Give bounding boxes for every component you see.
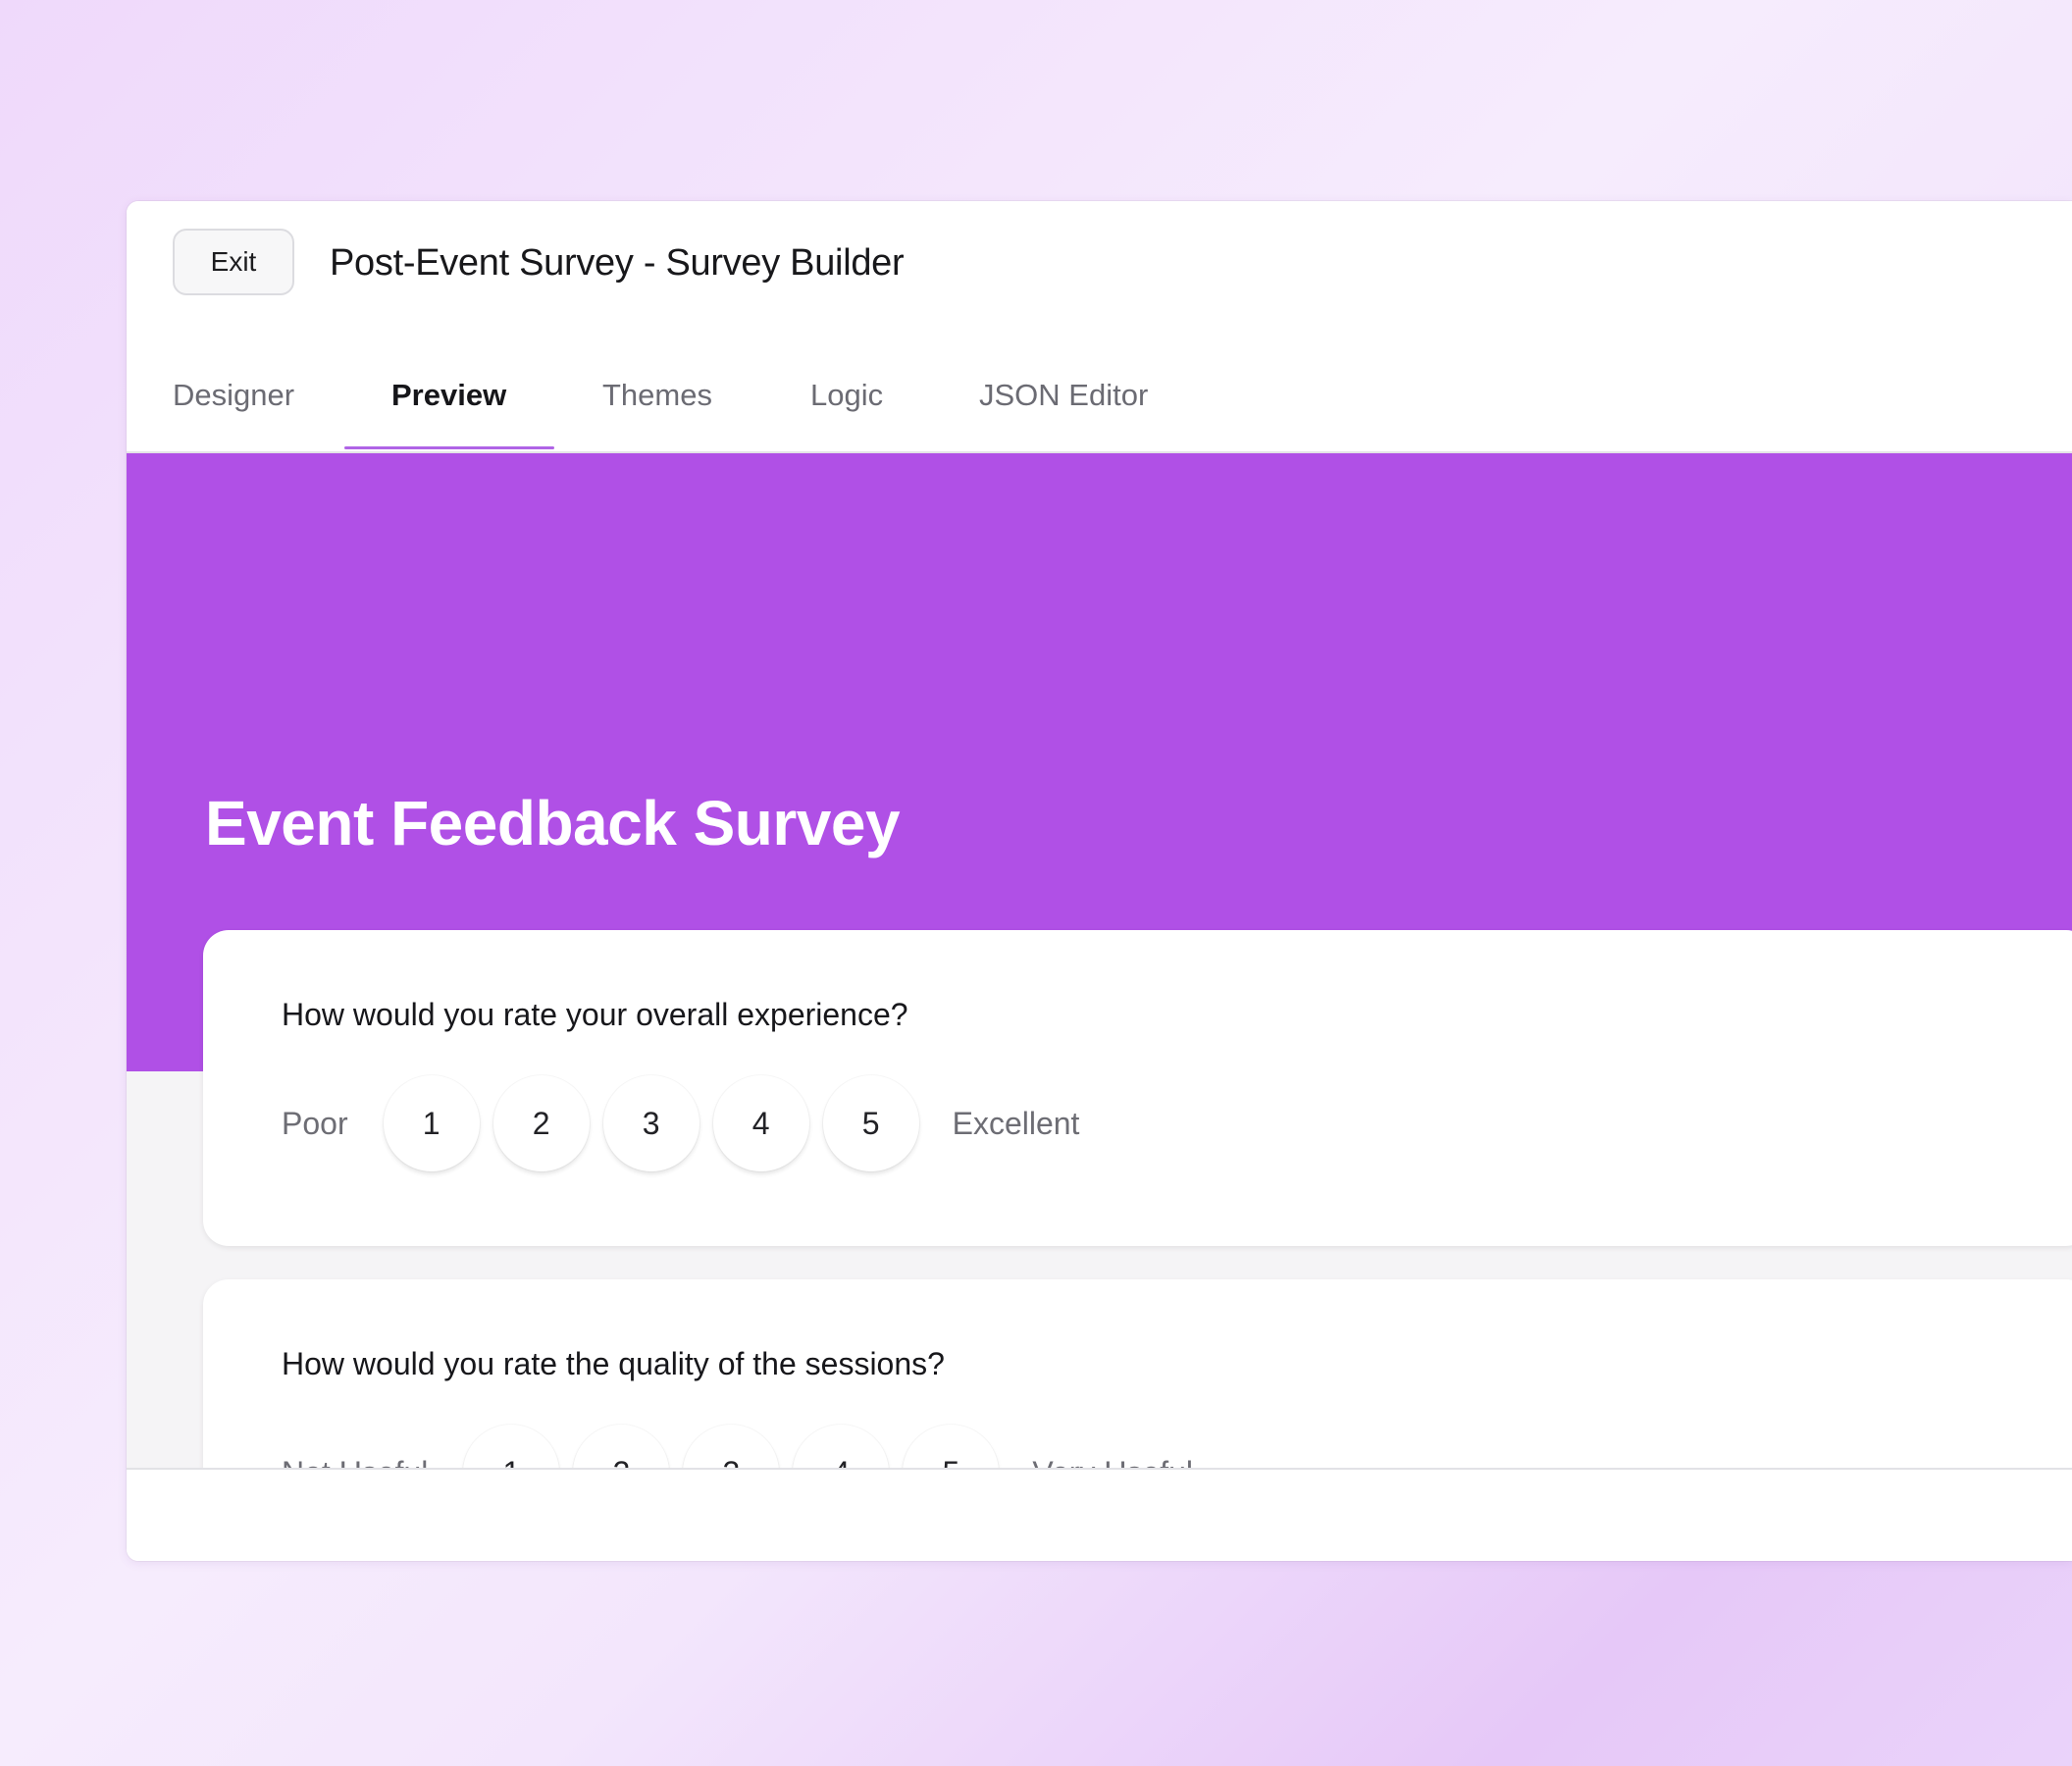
top-bar: Exit Post-Event Survey - Survey Builder … (127, 201, 2072, 453)
footer-bar (127, 1468, 2072, 1561)
rating-option-4[interactable]: 4 (793, 1425, 890, 1468)
active-tab-indicator (344, 446, 554, 449)
rating-max-label: Very Useful (1032, 1455, 1193, 1469)
exit-button[interactable]: Exit (173, 229, 294, 295)
question-card: How would you rate the quality of the se… (203, 1279, 2072, 1468)
rating-scale: Poor 1 2 3 4 5 Excellent (282, 1075, 1079, 1171)
rating-min-label: Poor (282, 1105, 348, 1141)
survey-title: Event Feedback Survey (205, 788, 901, 858)
rating-option-3[interactable]: 3 (683, 1425, 780, 1468)
rating-min-label: Not Useful (282, 1455, 428, 1469)
page-title: Post-Event Survey - Survey Builder (330, 242, 905, 284)
survey-builder-window: Exit Post-Event Survey - Survey Builder … (127, 201, 2072, 1561)
question-text: How would you rate the quality of the se… (282, 1346, 945, 1381)
question-text: How would you rate your overall experien… (282, 997, 908, 1032)
rating-option-1[interactable]: 1 (383, 1075, 480, 1171)
tab-logic[interactable]: Logic (810, 338, 883, 451)
rating-option-5[interactable]: 5 (822, 1075, 919, 1171)
rating-option-1[interactable]: 1 (463, 1425, 560, 1468)
question-card: How would you rate your overall experien… (203, 930, 2072, 1246)
preview-content[interactable]: Event Feedback Survey How would you rate… (127, 453, 2072, 1468)
rating-option-5[interactable]: 5 (903, 1425, 1000, 1468)
rating-option-4[interactable]: 4 (712, 1075, 809, 1171)
rating-option-2[interactable]: 2 (573, 1425, 670, 1468)
tab-themes[interactable]: Themes (602, 338, 712, 451)
tab-preview[interactable]: Preview (391, 338, 506, 451)
rating-scale: Not Useful 1 2 3 4 5 Very Useful (282, 1425, 1193, 1468)
rating-option-2[interactable]: 2 (492, 1075, 590, 1171)
rating-option-3[interactable]: 3 (602, 1075, 699, 1171)
rating-max-label: Excellent (952, 1105, 1080, 1141)
tab-json-editor[interactable]: JSON Editor (979, 338, 1148, 451)
tab-designer[interactable]: Designer (173, 338, 294, 451)
tab-bar: Designer Preview Themes Logic JSON Edito… (127, 338, 2072, 451)
